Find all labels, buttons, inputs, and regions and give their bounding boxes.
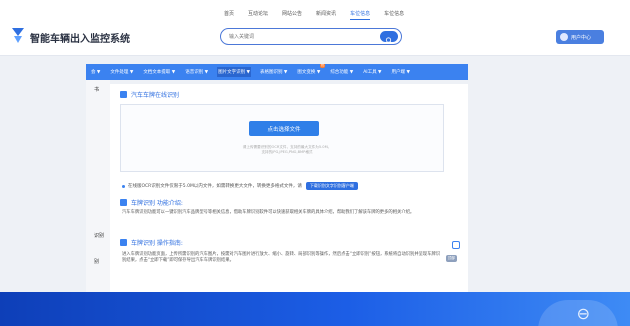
- category-navigation: 会 ▼ 文件处理 ▼ 文档文本提取 ▼ 语音识别 ▼ 图片文字识别 ▼ 表格图识…: [86, 64, 468, 80]
- file-limit-text: 在线版OCR识别文件仅限于5.0M以内文件，如需转换更大文件，转换更多格式文件，…: [128, 184, 302, 189]
- category-image-convert-label: 图文变换 ▼: [297, 70, 321, 75]
- footer-circle-icon: ⊖: [576, 304, 590, 323]
- back-to-top-button[interactable]: 顶部: [446, 255, 457, 262]
- online-recognition-header: 汽车车牌在线识别: [120, 90, 179, 99]
- search-input[interactable]: [229, 31, 379, 42]
- sidebar-fragment-3[interactable]: 别: [94, 258, 99, 265]
- category-table-recognition[interactable]: 表格图识别 ▼: [259, 67, 288, 77]
- nav-home[interactable]: 首页: [224, 10, 234, 20]
- online-recognition-title: 汽车车牌在线识别: [131, 92, 180, 99]
- search-button[interactable]: [380, 31, 398, 44]
- category-doc-text-extract[interactable]: 文档文本提取 ▼: [142, 67, 176, 77]
- download-client-link[interactable]: 下载识别文字识别客户端: [305, 182, 358, 190]
- search-icon: [385, 37, 392, 44]
- sidebar-fragment-2[interactable]: 识别: [94, 232, 104, 239]
- category-general-functions[interactable]: 综合功能 ▼: [329, 67, 354, 77]
- category-image-convert[interactable]: 图文变换 ▼ 热: [296, 64, 326, 77]
- user-center-button[interactable]: 用户中心: [556, 30, 604, 44]
- search-bar: [220, 28, 402, 45]
- nav-news[interactable]: 新闻资讯: [316, 10, 336, 20]
- nav-forum[interactable]: 互动论坛: [248, 10, 268, 20]
- select-file-button[interactable]: 点击选择文件: [249, 121, 319, 136]
- ops-guide-header: 车牌识别 操作指南:: [120, 238, 183, 247]
- nav-parking-info-active[interactable]: 车位信息: [350, 10, 371, 20]
- intro-title: 车牌识别 功能介绍:: [131, 200, 183, 207]
- bullet-icon: [122, 184, 125, 188]
- category-file-processing[interactable]: 文件处理 ▼: [109, 67, 134, 77]
- upload-hint-formats: 支持的JPG,JPEG,PNG,BMP格式: [261, 150, 313, 154]
- upload-hint: 请上传需要识别的OCR文件，支持的最大文件为5.0M。 支持的JPG,JPEG,…: [217, 145, 357, 155]
- category-user-client[interactable]: 用户端 ▼: [391, 67, 411, 77]
- category-image-text-recognition[interactable]: 图片文字识别 ▼: [217, 67, 251, 77]
- floating-doc-icon[interactable]: [452, 241, 460, 249]
- user-avatar-icon: [560, 33, 568, 41]
- ops-guide-title: 车牌识别 操作指南:: [131, 240, 183, 247]
- site-title: 智能车辆出入监控系统: [30, 34, 130, 45]
- main-panel: 汽车车牌在线识别 点击选择文件 请上传需要识别的OCR文件，支持的最大文件为5.…: [110, 84, 468, 292]
- upload-dropzone[interactable]: 点击选择文件 请上传需要识别的OCR文件，支持的最大文件为5.0M。 支持的JP…: [120, 104, 444, 172]
- category-item[interactable]: 会 ▼: [90, 67, 101, 77]
- top-header: 智能车辆出入监控系统 首页 互动论坛 网站公告 新闻资讯 车位信息 车位信息 用…: [0, 0, 630, 56]
- logo-icon: [12, 28, 24, 43]
- intro-header: 车牌识别 功能介绍:: [120, 198, 183, 207]
- intro-paragraph: 汽车车牌识别功能可以一键识别汽车品牌型号等相关信息，借助车牌识别软件可以快速获取…: [122, 210, 415, 215]
- top-navigation: 首页 互动论坛 网站公告 新闻资讯 车位信息 车位信息: [224, 10, 418, 20]
- user-center-label: 用户中心: [571, 34, 592, 41]
- category-ai-tools[interactable]: AI工具 ▼: [362, 67, 382, 77]
- ops-guide-icon: [120, 239, 127, 246]
- nav-parking-info[interactable]: 车位信息: [384, 10, 404, 20]
- hot-badge: 热: [319, 64, 326, 68]
- left-sidebar-partial: 书 识别 别: [86, 80, 110, 292]
- intro-icon: [120, 199, 127, 206]
- nav-announcements[interactable]: 网站公告: [282, 10, 302, 20]
- ops-guide-paragraph: 进入车牌识别功能页面，上传所需识别的汽车图片，按需对汽车图片进行放大、缩小、旋转…: [122, 252, 441, 263]
- file-limit-note: 在线版OCR识别文件仅限于5.0M以内文件，如需转换更大文件，转换更多格式文件，…: [122, 182, 358, 190]
- category-speech-recognition[interactable]: 语音识别 ▼: [184, 67, 209, 77]
- footer-banner: ⊖: [0, 292, 630, 326]
- section-icon: [120, 91, 127, 98]
- sidebar-fragment-1[interactable]: 书: [94, 86, 99, 93]
